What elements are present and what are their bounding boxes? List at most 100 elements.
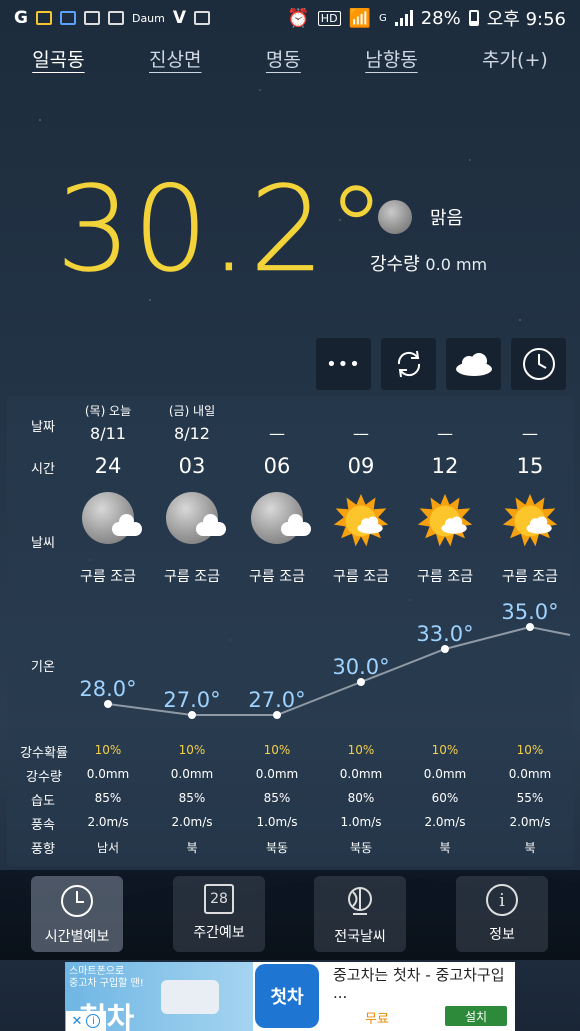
cloud-icon [455, 353, 492, 376]
v-icon: V [172, 8, 187, 28]
nav-national-weather[interactable]: 전국날씨 [314, 876, 406, 952]
forecast-wind-dir: 북 [524, 841, 536, 855]
temperature-point [188, 711, 196, 719]
nav-label: 정보 [489, 927, 515, 943]
rainfall-value: 0.0 mm [425, 255, 488, 274]
forecast-wind-speed: 2.0m/s [87, 815, 129, 829]
forecast-hour: 15 [516, 454, 544, 478]
sun-cloud-icon [488, 492, 572, 552]
forecast-hour: 06 [263, 454, 291, 478]
forecast-hour: 03 [178, 454, 206, 478]
forecast-date: — [522, 424, 538, 443]
forecast-date: — [353, 424, 369, 443]
clock-button[interactable] [511, 338, 566, 390]
temperature-label: 33.0° [416, 622, 473, 646]
clipboard-icon [194, 11, 211, 25]
forecast-pop: 10% [347, 743, 375, 757]
cloud-button[interactable] [446, 338, 501, 390]
sun-cloud-icon [403, 492, 487, 552]
forecast-rain: 0.0mm [170, 767, 214, 781]
nav-info[interactable]: i 정보 [456, 876, 548, 952]
humidity-row-label: 습도 [31, 794, 55, 809]
forecast-date: 8/12 [174, 424, 210, 443]
rainfall-label: 강수량 [370, 254, 420, 275]
forecast-humidity: 85% [94, 791, 122, 805]
temperature-label: 27.0° [163, 688, 220, 712]
battery-percent: 28% [420, 7, 461, 29]
moon-cloud-icon [150, 492, 234, 552]
forecast-humidity: 80% [347, 791, 375, 805]
current-condition: 맑음 강수량 0.0 mm [370, 200, 550, 276]
forecast-hour: 12 [431, 454, 459, 478]
tab-location-4[interactable]: 남향동 [365, 45, 417, 72]
signal-icon [394, 10, 413, 26]
rain-row-label: 강수량 [26, 770, 62, 785]
ad-install-button[interactable]: 설치 [445, 1006, 507, 1026]
temperature-point [526, 623, 534, 631]
network-type: G [378, 12, 387, 24]
forecast-desc: 구름 조금 [333, 569, 389, 585]
close-icon: ✕ [71, 1013, 83, 1029]
tab-location-3[interactable]: 명동 [266, 45, 301, 72]
wind-dir-row-label: 풍향 [31, 842, 55, 857]
forecast-wind-dir: 북동 [349, 841, 373, 855]
forecast-wind-speed: 2.0m/s [171, 815, 213, 829]
ad-logo: 첫차 [255, 964, 319, 1028]
location-tabs: 일곡동 진상면 명동 남향동 추가(+) [0, 40, 580, 76]
ad-banner[interactable]: 스마트폰으로 중고차 구입할 땐! 첫차 첫차 중고차는 첫차 - 중고차구입 … [65, 962, 515, 1031]
forecast-humidity: 85% [178, 791, 206, 805]
forecast-rain: 0.0mm [86, 767, 130, 781]
forecast-humidity: 55% [516, 791, 544, 805]
tab-location-2[interactable]: 진상면 [149, 45, 201, 72]
forecast-day: (목) 오늘 [84, 404, 132, 418]
forecast-wind-dir: 북 [439, 841, 451, 855]
ad-close-button[interactable]: ✕ i [66, 1011, 106, 1031]
forecast-rain: 0.0mm [423, 767, 467, 781]
forecast-desc: 구름 조금 [164, 569, 220, 585]
pop-row-label: 강수확률 [20, 746, 68, 761]
forecast-pop: 10% [94, 743, 122, 757]
condition-text: 맑음 [430, 208, 464, 229]
clock-time: 오후 9:56 [486, 9, 566, 30]
tab-add-location[interactable]: 추가(+) [482, 45, 548, 72]
nav-weekly-forecast[interactable]: 28 주간예보 [173, 876, 265, 952]
forecast-wind-speed: 1.0m/s [340, 815, 382, 829]
hourly-forecast-panel: 날짜 시간 날씨 기온 강수확률 강수량 습도 풍속 풍향 (목) 오늘 8/11… [7, 396, 573, 866]
forecast-hour: 09 [347, 454, 375, 478]
refresh-button[interactable] [381, 338, 436, 390]
forecast-humidity: 60% [431, 791, 459, 805]
ad-price: 무료 [365, 1012, 389, 1027]
temperature-chart: 28.0° 27.0° 27.0° 30.0° 33.0° 35.0° [79, 600, 571, 719]
temperature-point [441, 645, 449, 653]
forecast-wind-dir: 북 [186, 841, 198, 855]
status-bar: G Daum V ⏰ HD 📶 G 28% 오후 9:56 [0, 0, 580, 36]
forecast-pop: 10% [178, 743, 206, 757]
current-rainfall: 강수량 0.0 mm [370, 250, 550, 276]
battery-icon [468, 10, 479, 26]
nav-label: 전국날씨 [334, 929, 386, 945]
app-notification-icon: G [14, 8, 28, 28]
tab-location-1[interactable]: 일곡동 [32, 45, 84, 72]
temperature-label: 28.0° [79, 677, 136, 701]
forecast-pop: 10% [516, 743, 544, 757]
wind-speed-row-label: 풍속 [31, 818, 55, 833]
forecast-wind-speed: 1.0m/s [256, 815, 298, 829]
forecast-day: (금) 내일 [168, 404, 216, 418]
more-button[interactable]: ••• [316, 338, 371, 390]
refresh-icon [397, 350, 420, 378]
ad-banner-line2: 중고차 구입할 땐! [69, 978, 144, 989]
forecast-wind-speed: 2.0m/s [424, 815, 466, 829]
ad-banner-line1: 스마트폰으로 [69, 966, 125, 977]
forecast-humidity: 85% [263, 791, 291, 805]
forecast-wind-dir: 북동 [265, 841, 289, 855]
moon-icon [378, 200, 412, 234]
temperature-point [357, 678, 365, 686]
forecast-pop: 10% [263, 743, 291, 757]
alarm-icon: ⏰ [287, 7, 310, 29]
forecast-pop: 10% [431, 743, 459, 757]
temperature-label: 27.0° [248, 688, 305, 712]
forecast-wind-dir: 남서 [96, 841, 120, 855]
forecast-desc: 구름 조금 [502, 569, 558, 585]
info-icon: i [499, 889, 505, 911]
nav-hourly-forecast[interactable]: 시간별예보 [31, 876, 123, 952]
